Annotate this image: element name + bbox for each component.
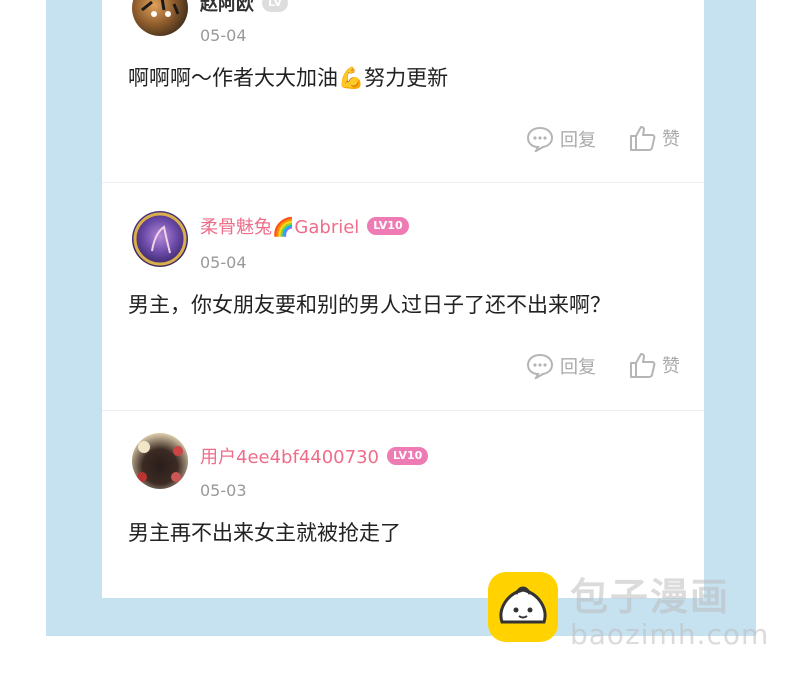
level-badge: LV10 xyxy=(386,447,429,465)
reply-button[interactable]: 回复 xyxy=(526,353,596,379)
username[interactable]: 柔骨魅兔🌈Gabriel LV10 xyxy=(200,213,409,239)
thumbs-up-icon xyxy=(630,126,656,151)
comment-item: 柔骨魅兔🌈Gabriel LV10 05-04 男主，你女朋友要和别的男人过日子… xyxy=(102,183,704,410)
avatar[interactable] xyxy=(132,433,188,489)
watermark-url: baozimh.com xyxy=(570,618,770,651)
comment-text: 啊啊啊～作者大大加油💪努力更新 xyxy=(128,66,449,90)
level-badge: LV10 xyxy=(367,217,409,235)
username[interactable]: 用户4ee4bf4400730 LV10 xyxy=(200,443,429,469)
floral-avatar-icon xyxy=(137,441,183,482)
character-avatar-icon xyxy=(133,212,187,266)
comment-bubble-icon xyxy=(526,126,554,152)
comment-list: 赵阿欧 LV 05-04 啊啊啊～作者大大加油💪努力更新 回复 赞 柔骨魅兔🌈G… xyxy=(102,0,704,598)
thumbs-up-icon xyxy=(630,353,656,378)
avatar[interactable] xyxy=(132,211,188,267)
comment-date: 05-04 xyxy=(200,26,247,45)
comment-item: 赵阿欧 LV 05-04 啊啊啊～作者大大加油💪努力更新 回复 赞 xyxy=(102,0,704,182)
comment-bubble-icon xyxy=(526,353,554,379)
comment-text: 男主，你女朋友要和别的男人过日子了还不出来啊？ xyxy=(128,293,611,317)
tiger-avatar-icon xyxy=(141,0,180,17)
baozi-logo-icon xyxy=(488,572,558,642)
comment-date: 05-04 xyxy=(200,253,247,272)
bun-icon xyxy=(499,586,547,624)
level-badge: LV xyxy=(262,0,289,12)
like-button[interactable]: 赞 xyxy=(628,351,680,379)
like-button[interactable]: 赞 xyxy=(628,124,680,152)
watermark-name: 包子漫画 xyxy=(570,575,731,619)
username[interactable]: 赵阿欧 LV xyxy=(200,0,289,16)
reply-button[interactable]: 回复 xyxy=(526,126,596,152)
comment-date: 05-03 xyxy=(200,481,247,500)
comment-text: 男主再不出来女主就被抢走了 xyxy=(128,521,401,545)
avatar[interactable] xyxy=(132,0,188,36)
